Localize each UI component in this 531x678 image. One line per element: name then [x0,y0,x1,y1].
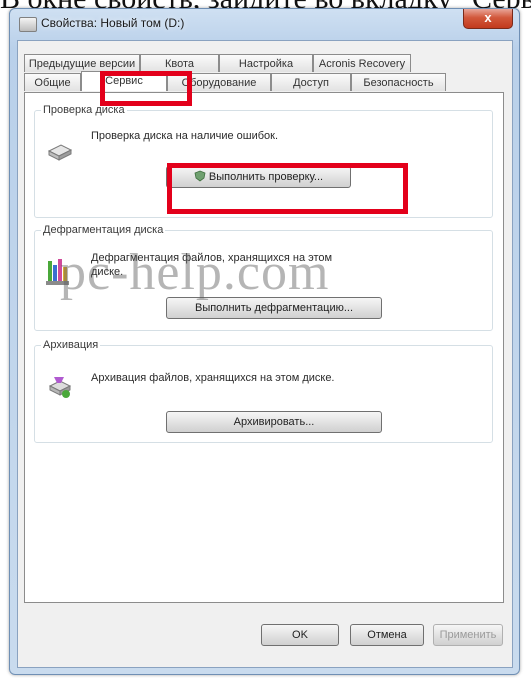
titlebar[interactable]: Свойства: Новый том (D:) x [10,9,519,39]
watermark: pc-help.com [60,244,330,301]
tab-row-front: Общие Сервис Оборудование Доступ Безопас… [24,71,446,92]
run-defrag-label: Выполнить дефрагментацию... [194,302,354,314]
ok-label: OK [292,629,308,641]
tab-general[interactable]: Общие [24,73,81,91]
apply-button[interactable]: Применить [433,624,503,646]
tab-security[interactable]: Безопасность [351,73,446,91]
apply-label: Применить [439,629,497,641]
tab-previous-versions[interactable]: Предыдущие версии [24,54,140,72]
cancel-button[interactable]: Отмена [350,624,424,646]
archive-button[interactable]: Архивировать... [166,411,382,433]
ok-button[interactable]: OK [261,624,339,646]
check-disk-description: Проверка диска на наличие ошибок. [91,130,279,142]
tab-customize[interactable]: Настройка [219,54,313,72]
tab-acronis-recovery[interactable]: Acronis Recovery [313,54,411,72]
window-title: Свойства: Новый том (D:) [41,16,185,30]
highlight-run-check-button [167,163,408,214]
backup-icon [47,374,73,405]
dialog-body: Предыдущие версии Квота Настройка Acroni… [17,40,513,668]
drive-icon [19,17,37,32]
archive-description: Архивация файлов, хранящихся на этом дис… [91,372,335,384]
defrag-title: Дефрагментация диска [41,224,166,236]
tab-quota[interactable]: Квота [140,54,219,72]
close-button[interactable]: x [463,9,513,29]
highlight-tools-tab [100,71,192,106]
archive-button-label: Архивировать... [233,416,315,428]
archive-title: Архивация [41,339,101,351]
close-icon: x [484,10,492,25]
tab-sharing[interactable]: Доступ [271,73,351,91]
archive-group: Архивация Архивация файлов, хранящихся н… [34,339,493,443]
hard-drive-icon [47,143,73,168]
cancel-label: Отмена [367,629,407,641]
properties-dialog: Свойства: Новый том (D:) x Предыдущие ве… [9,8,520,675]
